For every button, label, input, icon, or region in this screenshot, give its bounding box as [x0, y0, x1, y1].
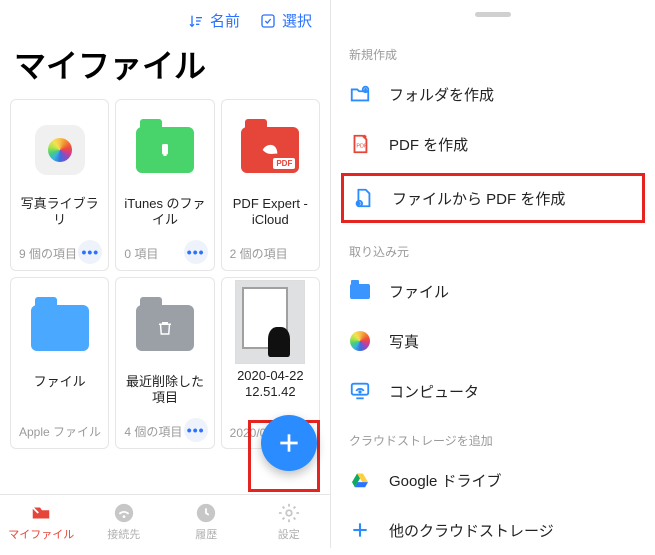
- import-computer[interactable]: コンピュータ: [331, 366, 655, 416]
- svg-text:PDF: PDF: [356, 144, 368, 150]
- section-header-import: 取り込み元: [331, 227, 655, 266]
- tab-settings[interactable]: 設定: [248, 495, 331, 548]
- folder-icon: [349, 280, 371, 302]
- photos-app-icon: [35, 125, 85, 175]
- folder-icon: [136, 305, 194, 351]
- sort-button[interactable]: 名前: [188, 10, 240, 31]
- sheet-handle[interactable]: [331, 6, 655, 30]
- image-thumbnail: [235, 280, 305, 364]
- file-itunes[interactable]: iTunes のファイル 0 項目 •••: [115, 99, 214, 271]
- section-header-create: 新規作成: [331, 30, 655, 69]
- select-label: 選択: [282, 10, 312, 31]
- tab-connections[interactable]: 接続先: [83, 495, 166, 548]
- folder-icon: [31, 305, 89, 351]
- file-browser-pane: 名前 選択 マイファイル 写真ライブラリ 9 個の項目 ••• iTunes の…: [0, 0, 331, 548]
- file-pdfexpert-icloud[interactable]: PDF PDF Expert - iCloud 2 個の項目: [221, 99, 320, 271]
- import-photos[interactable]: 写真: [331, 316, 655, 366]
- folder-plus-icon: [349, 83, 371, 105]
- plus-icon: [276, 430, 302, 456]
- trash-icon: [156, 319, 174, 337]
- add-button[interactable]: [261, 415, 317, 471]
- sort-icon: [188, 13, 204, 29]
- tab-bar: マイファイル 接続先 履歴 設定: [0, 494, 330, 548]
- photos-icon: [349, 330, 371, 352]
- file-plus-icon: [352, 187, 374, 209]
- section-header-cloud: クラウドストレージを追加: [331, 416, 655, 455]
- more-button[interactable]: •••: [184, 418, 208, 442]
- plus-icon: [349, 519, 371, 541]
- tab-history[interactable]: 履歴: [165, 495, 248, 548]
- tab-myfiles[interactable]: マイファイル: [0, 495, 83, 548]
- more-button[interactable]: •••: [78, 240, 102, 264]
- check-square-icon: [260, 13, 276, 29]
- cloud-google-drive[interactable]: Google ドライブ: [331, 455, 655, 505]
- action-create-pdf-from-file[interactable]: ファイルから PDF を作成: [341, 173, 645, 223]
- myfiles-icon: [30, 502, 52, 524]
- toolbar: 名前 選択: [0, 0, 330, 35]
- pdf-plus-icon: PDF: [349, 133, 371, 155]
- file-trash[interactable]: 最近削除した項目 4 個の項目 •••: [115, 277, 214, 449]
- action-create-folder[interactable]: フォルダを作成: [331, 69, 655, 119]
- page-title: マイファイル: [0, 35, 330, 99]
- google-drive-icon: [349, 469, 371, 491]
- action-create-pdf[interactable]: PDF PDF を作成: [331, 119, 655, 169]
- folder-icon: [136, 127, 194, 173]
- wifi-icon: [113, 502, 135, 524]
- gear-icon: [278, 502, 300, 524]
- more-button[interactable]: •••: [184, 240, 208, 264]
- file-apple-files[interactable]: ファイル Apple ファイル: [10, 277, 109, 449]
- folder-icon: PDF: [241, 127, 299, 173]
- file-photo-library[interactable]: 写真ライブラリ 9 個の項目 •••: [10, 99, 109, 271]
- select-button[interactable]: 選択: [260, 10, 312, 31]
- import-files[interactable]: ファイル: [331, 266, 655, 316]
- sort-label: 名前: [210, 10, 240, 31]
- action-sheet: 新規作成 フォルダを作成 PDF PDF を作成 ファイルから PDF を作成 …: [331, 0, 655, 548]
- fab-highlight: [248, 420, 320, 492]
- monitor-icon: [349, 380, 371, 402]
- clock-icon: [195, 502, 217, 524]
